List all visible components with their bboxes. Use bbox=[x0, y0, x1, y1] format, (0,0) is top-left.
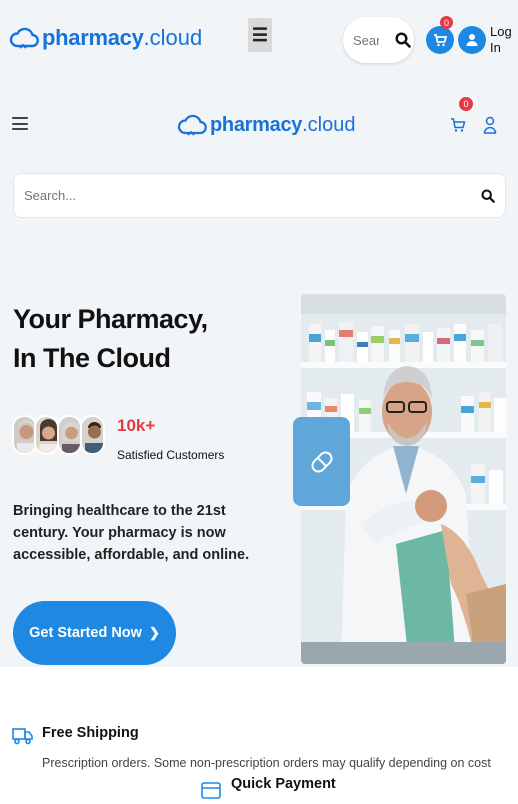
header-brand-logo[interactable]: pharmacy.cloud bbox=[177, 111, 355, 139]
cloud-logo-icon bbox=[9, 27, 39, 49]
avatar bbox=[80, 415, 105, 455]
avatar bbox=[57, 415, 82, 455]
brand-name-bold: pharmacy bbox=[42, 25, 144, 50]
customer-avatars bbox=[12, 415, 105, 459]
hero-description: Bringing healthcare to the 21st century.… bbox=[13, 503, 250, 563]
login-link[interactable]: Log In bbox=[490, 24, 516, 56]
brand-logo[interactable]: pharmacy.cloud bbox=[9, 24, 202, 52]
brand-name-light: .cloud bbox=[143, 25, 203, 50]
header-account-button[interactable] bbox=[483, 116, 497, 139]
user-icon bbox=[466, 34, 478, 46]
features-section: Free Shipping Prescription orders. Some … bbox=[0, 667, 518, 804]
top-bar: pharmacy.cloud ☰ 0 Log In bbox=[0, 0, 518, 80]
cart-icon bbox=[434, 34, 447, 47]
menu-icon: ☰ bbox=[251, 24, 269, 45]
get-started-label: Get Started Now bbox=[29, 625, 142, 641]
get-started-button[interactable]: Get Started Now ❯ bbox=[13, 601, 176, 665]
pill-icon-box bbox=[293, 417, 350, 506]
feature-desc-shipping: Prescription orders. Some non-prescripti… bbox=[42, 756, 491, 770]
credit-card-icon bbox=[201, 782, 221, 799]
top-cart-button[interactable] bbox=[426, 26, 454, 54]
avatar bbox=[34, 415, 59, 455]
top-account-button[interactable] bbox=[458, 26, 486, 54]
truck-icon bbox=[12, 728, 33, 745]
header-cart-badge: 0 bbox=[459, 97, 473, 111]
hero-title-line1: Your Pharmacy, bbox=[13, 304, 208, 334]
cloud-logo-icon bbox=[177, 114, 207, 136]
hero-title-line2: In The Cloud bbox=[13, 343, 171, 373]
chevron-right-icon: ❯ bbox=[148, 625, 160, 640]
feature-title-payment: Quick Payment bbox=[231, 776, 336, 792]
top-search-input[interactable] bbox=[353, 32, 379, 48]
header-cart-button[interactable] bbox=[450, 117, 466, 138]
top-cart-badge: 0 bbox=[440, 16, 453, 29]
header-brand-name-light: .cloud bbox=[302, 113, 356, 136]
feature-title-shipping: Free Shipping bbox=[42, 725, 139, 741]
header-brand-name-bold: pharmacy bbox=[210, 113, 303, 136]
main-search-input[interactable] bbox=[24, 188, 481, 203]
hamburger-icon[interactable] bbox=[12, 117, 28, 130]
pill-icon bbox=[310, 450, 333, 473]
search-icon[interactable] bbox=[395, 32, 411, 48]
hero-title: Your Pharmacy, In The Cloud bbox=[13, 300, 208, 378]
customer-count-label: Satisfied Customers bbox=[117, 448, 225, 462]
menu-toggle-button[interactable]: ☰ bbox=[248, 18, 272, 52]
main-search-bar[interactable] bbox=[13, 173, 506, 218]
top-search-box[interactable] bbox=[343, 17, 414, 63]
cart-icon bbox=[451, 118, 466, 132]
search-icon[interactable] bbox=[481, 188, 495, 203]
user-icon bbox=[483, 116, 497, 134]
customer-count: 10k+ bbox=[117, 416, 156, 435]
